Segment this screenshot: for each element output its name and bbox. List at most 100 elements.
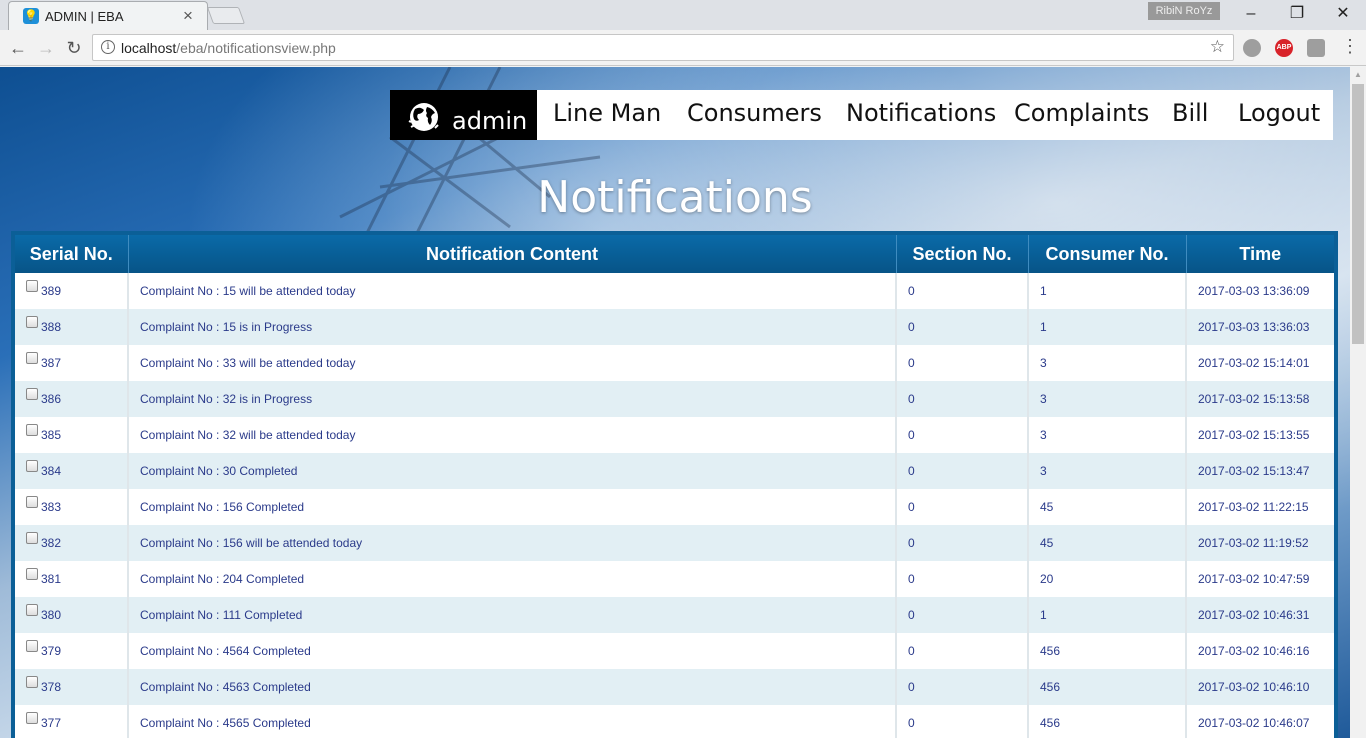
- row-checkbox[interactable]: [26, 532, 38, 544]
- cell-time-text: 2017-03-02 10:46:16: [1198, 644, 1310, 658]
- nav-complaints[interactable]: Complaints: [1014, 99, 1149, 127]
- cell-consumer-text: 3: [1040, 464, 1047, 478]
- page-scrollbar[interactable]: ▲: [1350, 67, 1366, 738]
- row-checkbox[interactable]: [26, 604, 38, 616]
- globe-icon: [408, 103, 439, 131]
- row-checkbox[interactable]: [26, 352, 38, 364]
- cell-section: 0: [895, 417, 1028, 453]
- browser-menu-icon[interactable]: ⋮: [1340, 36, 1360, 57]
- row-checkbox[interactable]: [26, 460, 38, 472]
- url-path: /eba/notificationsview.php: [176, 40, 336, 56]
- cell-section: 0: [895, 705, 1028, 738]
- cell-time: 2017-03-02 10:46:07: [1185, 705, 1334, 738]
- row-checkbox[interactable]: [26, 424, 38, 436]
- cell-consumer-text: 456: [1040, 644, 1061, 658]
- cell-content-text: Complaint No : 4564 Completed: [140, 644, 311, 658]
- nav-line-man[interactable]: Line Man: [553, 99, 661, 127]
- cell-consumer: 1: [1027, 309, 1186, 345]
- table-row: 383 Complaint No : 156 Completed 0 45 2017-0…: [15, 489, 1334, 525]
- cell-time-text: 2017-03-02 15:13:47: [1198, 464, 1310, 478]
- notifications-table-container: Serial No. Notification Content Section …: [11, 231, 1338, 738]
- notifications-table: Serial No. Notification Content Section …: [15, 235, 1334, 738]
- cell-serial: 382: [15, 525, 128, 561]
- cell-consumer: 3: [1027, 417, 1186, 453]
- nav-notifications[interactable]: Notifications: [846, 99, 996, 127]
- cell-consumer-text: 3: [1040, 428, 1047, 442]
- cell-section: 0: [895, 597, 1028, 633]
- cell-consumer: 45: [1027, 489, 1186, 525]
- page-title: Notifications: [537, 172, 813, 223]
- shield-extension-icon[interactable]: [1307, 39, 1325, 57]
- address-bar[interactable]: i localhost/eba/notificationsview.php ☆: [92, 34, 1234, 61]
- cell-section: 0: [895, 525, 1028, 561]
- cell-consumer-text: 1: [1040, 284, 1047, 298]
- table-row: 377 Complaint No : 4565 Completed 0 456 2017…: [15, 705, 1334, 738]
- cell-serial-text: 380: [41, 608, 62, 622]
- brand-text: admin: [452, 107, 528, 135]
- table-row: 386 Complaint No : 32 is in Progress 0 3 201…: [15, 381, 1334, 417]
- browser-tab[interactable]: 💡 ADMIN | EBA ×: [8, 1, 208, 30]
- row-checkbox[interactable]: [26, 496, 38, 508]
- cell-time-text: 2017-03-02 10:46:10: [1198, 680, 1310, 694]
- scrollbar-thumb[interactable]: [1352, 84, 1364, 344]
- adblock-plus-icon[interactable]: ABP: [1275, 39, 1293, 57]
- cell-content-text: Complaint No : 15 is in Progress: [140, 320, 313, 334]
- cell-serial-text: 386: [41, 392, 62, 406]
- cell-content: Complaint No : 4563 Completed: [127, 669, 896, 705]
- site-navbar: admin Line Man Consumers Notifications C…: [390, 90, 1333, 140]
- cell-consumer: 456: [1027, 705, 1186, 738]
- row-checkbox[interactable]: [26, 388, 38, 400]
- close-window-button[interactable]: ✕: [1320, 0, 1366, 28]
- header-serial-no: Serial No.: [15, 235, 128, 273]
- cell-consumer: 3: [1027, 345, 1186, 381]
- table-row: 378 Complaint No : 4563 Completed 0 456 2017…: [15, 669, 1334, 705]
- row-checkbox[interactable]: [26, 280, 38, 292]
- nav-consumers[interactable]: Consumers: [687, 99, 822, 127]
- cell-time: 2017-03-02 15:14:01: [1185, 345, 1334, 381]
- lightbulb-favicon-icon: 💡: [23, 8, 39, 24]
- cell-serial: 381: [15, 561, 128, 597]
- new-tab-button[interactable]: [206, 7, 246, 24]
- row-checkbox[interactable]: [26, 316, 38, 328]
- row-checkbox[interactable]: [26, 640, 38, 652]
- row-checkbox[interactable]: [26, 676, 38, 688]
- cell-content-text: Complaint No : 4565 Completed: [140, 716, 311, 730]
- cell-content: Complaint No : 32 is in Progress: [127, 381, 896, 417]
- table-row: 385 Complaint No : 32 will be attended to…: [15, 417, 1334, 453]
- globe-extension-icon[interactable]: [1243, 39, 1261, 57]
- cell-time: 2017-03-02 15:13:55: [1185, 417, 1334, 453]
- cell-serial-text: 384: [41, 464, 62, 478]
- reload-icon[interactable]: ↻: [62, 36, 86, 60]
- forward-arrow-icon[interactable]: →: [34, 36, 58, 60]
- back-arrow-icon[interactable]: ←: [6, 36, 30, 60]
- scroll-up-arrow-icon[interactable]: ▲: [1350, 67, 1366, 83]
- cell-time-text: 2017-03-02 11:19:52: [1198, 536, 1309, 550]
- brand-logo[interactable]: admin: [390, 90, 537, 140]
- minimize-button[interactable]: –: [1228, 0, 1274, 28]
- row-checkbox[interactable]: [26, 568, 38, 580]
- tab-close-icon[interactable]: ×: [183, 7, 193, 24]
- bookmark-star-icon[interactable]: ☆: [1210, 37, 1225, 57]
- cell-consumer-text: 1: [1040, 320, 1047, 334]
- table-row: 384 Complaint No : 30 Completed 0 3 2017-03-…: [15, 453, 1334, 489]
- nav-bill[interactable]: Bill: [1172, 99, 1208, 127]
- cell-section: 0: [895, 345, 1028, 381]
- nav-logout[interactable]: Logout: [1238, 99, 1320, 127]
- cell-serial: 386: [15, 381, 128, 417]
- cell-content-text: Complaint No : 32 will be attended today: [140, 428, 356, 442]
- header-time: Time: [1185, 235, 1334, 273]
- restore-button[interactable]: ❐: [1274, 0, 1320, 28]
- cell-consumer-text: 3: [1040, 392, 1047, 406]
- cell-section: 0: [895, 669, 1028, 705]
- profile-badge[interactable]: RibiN RoYz: [1148, 2, 1220, 20]
- cell-section-text: 0: [908, 644, 915, 658]
- cell-content: Complaint No : 4565 Completed: [127, 705, 896, 738]
- cell-time-text: 2017-03-02 10:46:31: [1198, 608, 1310, 622]
- row-checkbox[interactable]: [26, 712, 38, 724]
- cell-serial-text: 381: [41, 572, 62, 586]
- cell-section: 0: [895, 381, 1028, 417]
- info-icon[interactable]: i: [101, 40, 115, 54]
- cell-serial: 388: [15, 309, 128, 345]
- cell-time-text: 2017-03-02 10:47:59: [1198, 572, 1310, 586]
- cell-time: 2017-03-02 10:46:10: [1185, 669, 1334, 705]
